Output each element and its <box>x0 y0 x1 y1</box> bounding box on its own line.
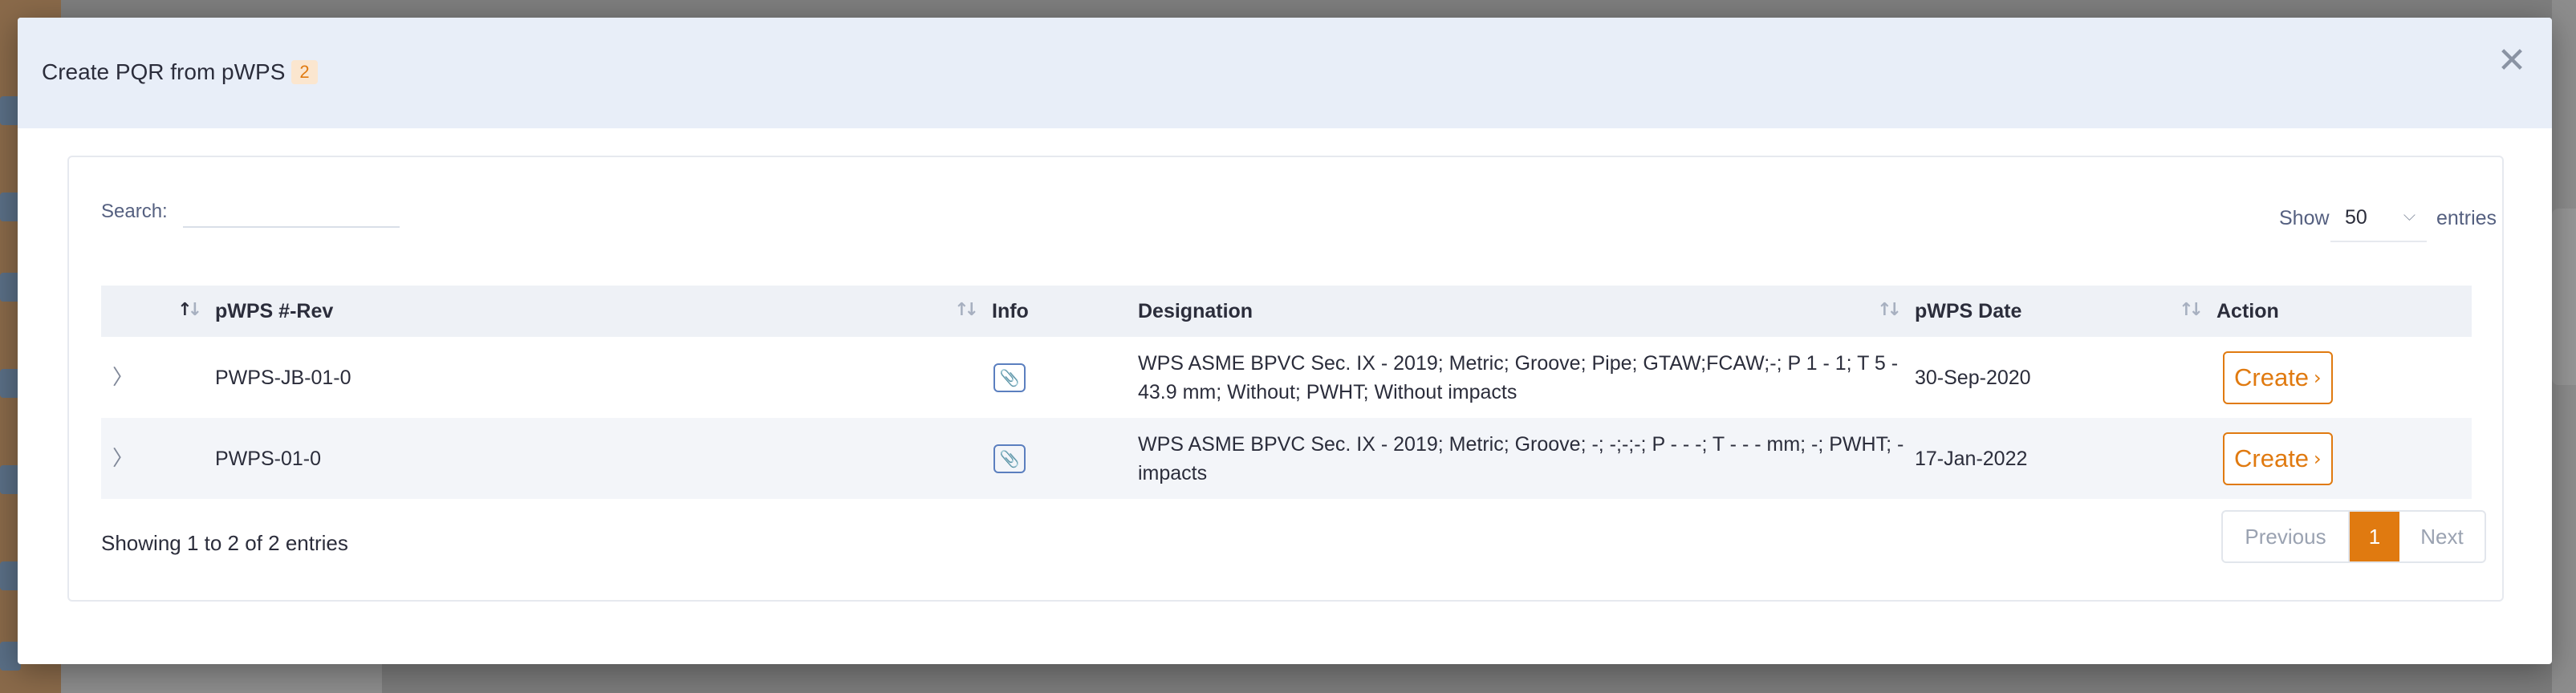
sort-icon: ↑↓ <box>1877 300 1902 320</box>
chevron-right-icon: › <box>2314 366 2322 389</box>
column-header-designation[interactable]: Designation ↑↓ <box>1138 286 1915 337</box>
create-button[interactable]: Create › <box>2223 432 2333 485</box>
pwps-table: ↑↓ pWPS #-Rev ↑↓ Info Designation ↑↓ pWPS … <box>101 286 2472 499</box>
chevron-right-icon: › <box>2314 447 2322 470</box>
next-page-button[interactable]: Next <box>2399 512 2485 561</box>
designation-cell: WPS ASME BPVC Sec. IX - 2019; Metric; Gr… <box>1138 351 1899 403</box>
chevron-right-icon[interactable]: 〉 <box>101 366 133 390</box>
length-show-label: Show <box>2279 207 2330 229</box>
entries-per-page-value: 50 <box>2345 206 2367 229</box>
count-badge: 2 <box>291 60 318 84</box>
length-entries-label: entries <box>2436 207 2497 229</box>
pagination: Previous 1 Next <box>2221 510 2486 563</box>
entries-per-page-select[interactable]: 50 ⌵ <box>2330 192 2427 242</box>
background-card <box>2552 209 2576 385</box>
search-input[interactable] <box>183 192 400 228</box>
previous-page-button[interactable]: Previous <box>2223 512 2350 561</box>
table-row: 〉 PWPS-JB-01-0 📎 WPS ASME BPVC Sec. IX -… <box>101 337 2472 418</box>
search-label: Search: <box>101 201 168 222</box>
pwps-rev-cell: PWPS-01-0 <box>215 447 321 470</box>
sort-icon: ↑↓ <box>954 300 979 320</box>
designation-cell: WPS ASME BPVC Sec. IX - 2019; Metric; Gr… <box>1138 432 1904 484</box>
paperclip-icon[interactable]: 📎 <box>993 363 1026 392</box>
modal-title-text: Create PQR from pWPS <box>42 59 286 84</box>
column-header-action: Action <box>2216 299 2279 322</box>
column-header-pwps-rev[interactable]: pWPS #-Rev ↑↓ <box>215 286 992 337</box>
close-icon[interactable]: ✕ <box>2496 43 2528 79</box>
modal-header: Create PQR from pWPS 2 ✕ <box>18 18 2552 128</box>
table-header-row: ↑↓ pWPS #-Rev ↑↓ Info Designation ↑↓ pWPS … <box>101 286 2472 337</box>
paperclip-icon[interactable]: 📎 <box>993 444 1026 473</box>
pwps-table-card: Search: Show 50 ⌵ entries ↑↓ pWPS #-Rev ↑… <box>67 156 2504 602</box>
pwps-rev-cell: PWPS-JB-01-0 <box>215 366 351 389</box>
chevron-down-icon: ⌵ <box>2403 205 2416 225</box>
page-1-button[interactable]: 1 <box>2350 512 2399 561</box>
table-info: Showing 1 to 2 of 2 entries <box>101 531 348 555</box>
sort-icon: ↑↓ <box>2179 300 2204 320</box>
column-header-expand[interactable]: ↑↓ <box>101 286 215 337</box>
chevron-right-icon[interactable]: 〉 <box>101 447 133 471</box>
pwps-date-cell: 17-Jan-2022 <box>1915 447 2028 470</box>
column-header-pwps-date[interactable]: pWPS Date ↑↓ <box>1915 286 2216 337</box>
column-header-info: Info <box>992 299 1029 322</box>
table-row: 〉 PWPS-01-0 📎 WPS ASME BPVC Sec. IX - 20… <box>101 418 2472 499</box>
create-pqr-modal: Create PQR from pWPS 2 ✕ Search: Show 50 … <box>18 18 2552 664</box>
pwps-date-cell: 30-Sep-2020 <box>1915 366 2031 389</box>
create-button[interactable]: Create › <box>2223 351 2333 404</box>
modal-title: Create PQR from pWPS 2 <box>42 59 318 85</box>
background-header <box>61 0 2552 18</box>
sort-icon: ↑↓ <box>177 300 202 320</box>
background-right-edge <box>2552 0 2576 693</box>
